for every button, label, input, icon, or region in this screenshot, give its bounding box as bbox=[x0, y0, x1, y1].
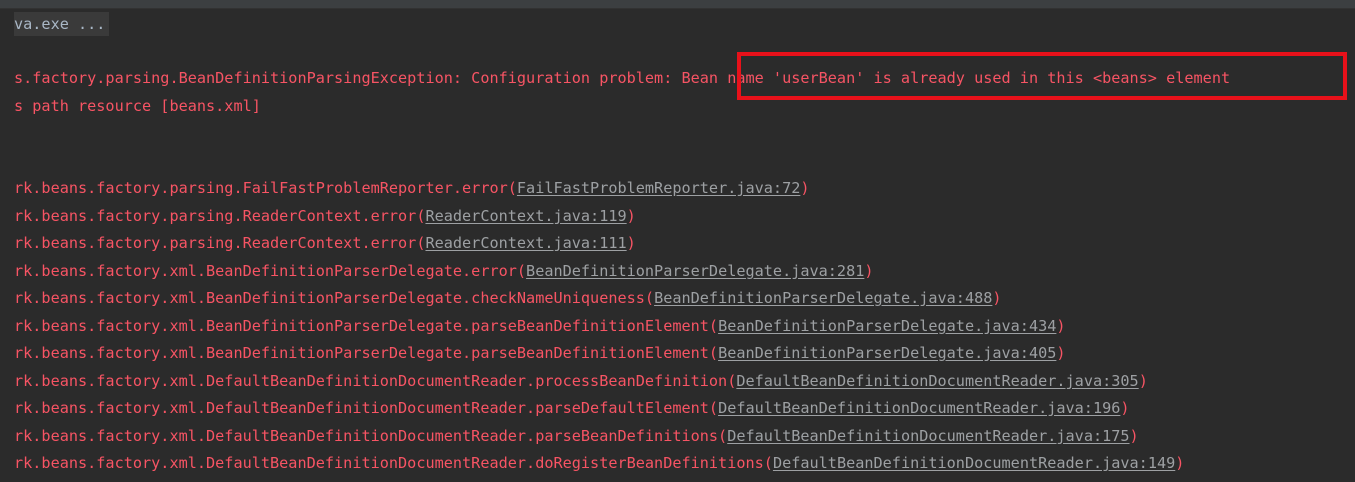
stack-frame: rk.beans.factory.xml.BeanDefinitionParse… bbox=[14, 315, 1066, 337]
source-link[interactable]: DefaultBeanDefinitionDocumentReader.java… bbox=[773, 454, 1175, 472]
stack-frame-close: ) bbox=[800, 179, 810, 197]
source-link[interactable]: BeanDefinitionParserDelegate.java:281 bbox=[526, 262, 864, 280]
stack-frame-method: rk.beans.factory.xml.BeanDefinitionParse… bbox=[14, 289, 655, 307]
stack-frame: rk.beans.factory.parsing.ReaderContext.e… bbox=[14, 205, 636, 227]
stack-frame-method: rk.beans.factory.parsing.ReaderContext.e… bbox=[14, 207, 426, 225]
stack-frame: rk.beans.factory.xml.DefaultBeanDefiniti… bbox=[14, 452, 1184, 474]
exception-resource: s path resource [beans.xml] bbox=[14, 97, 261, 115]
stack-frame: rk.beans.factory.xml.DefaultBeanDefiniti… bbox=[14, 370, 1148, 392]
source-link[interactable]: DefaultBeanDefinitionDocumentReader.java… bbox=[718, 399, 1120, 417]
stack-frame: rk.beans.factory.xml.BeanDefinitionParse… bbox=[14, 342, 1066, 364]
stack-frame: rk.beans.factory.parsing.FailFastProblem… bbox=[14, 177, 810, 199]
stack-frame: rk.beans.factory.xml.BeanDefinitionParse… bbox=[14, 287, 1002, 309]
stack-frame-method: rk.beans.factory.xml.DefaultBeanDefiniti… bbox=[14, 372, 737, 390]
source-link[interactable]: DefaultBeanDefinitionDocumentReader.java… bbox=[727, 427, 1129, 445]
stack-frame: rk.beans.factory.parsing.ReaderContext.e… bbox=[14, 232, 636, 254]
stack-frame-method: rk.beans.factory.xml.BeanDefinitionParse… bbox=[14, 344, 719, 362]
stack-frame-method: rk.beans.factory.xml.DefaultBeanDefiniti… bbox=[14, 427, 728, 445]
stack-frame: rk.beans.factory.xml.BeanDefinitionParse… bbox=[14, 260, 874, 282]
source-link[interactable]: BeanDefinitionParserDelegate.java:434 bbox=[718, 317, 1056, 335]
stack-frame-close: ) bbox=[1175, 454, 1185, 472]
source-link[interactable]: FailFastProblemReporter.java:72 bbox=[517, 179, 800, 197]
folded-command-line[interactable]: va.exe ... bbox=[14, 12, 110, 36]
error-highlight-box bbox=[737, 52, 1347, 100]
stack-frame-close: ) bbox=[626, 207, 636, 225]
stack-frame: rk.beans.factory.xml.DefaultBeanDefiniti… bbox=[14, 397, 1130, 419]
stack-frame-method: rk.beans.factory.parsing.FailFastProblem… bbox=[14, 179, 517, 197]
stack-frame: rk.beans.factory.xml.DefaultBeanDefiniti… bbox=[14, 425, 1139, 447]
stack-frame-close: ) bbox=[626, 234, 636, 252]
stack-frame-method: rk.beans.factory.xml.DefaultBeanDefiniti… bbox=[14, 454, 773, 472]
stack-frame-method: rk.beans.factory.xml.BeanDefinitionParse… bbox=[14, 317, 719, 335]
run-console-output[interactable]: va.exe ... s.factory.parsing.BeanDefinit… bbox=[0, 0, 1355, 482]
stack-frame-close: ) bbox=[1120, 399, 1130, 417]
stack-frame-method: rk.beans.factory.xml.DefaultBeanDefiniti… bbox=[14, 399, 719, 417]
source-link[interactable]: ReaderContext.java:111 bbox=[425, 234, 626, 252]
stack-frame-close: ) bbox=[1138, 372, 1148, 390]
stack-frame-close: ) bbox=[864, 262, 874, 280]
stack-frame-close: ) bbox=[1056, 344, 1066, 362]
source-link[interactable]: ReaderContext.java:119 bbox=[425, 207, 626, 225]
source-link[interactable]: BeanDefinitionParserDelegate.java:405 bbox=[718, 344, 1056, 362]
source-link[interactable]: BeanDefinitionParserDelegate.java:488 bbox=[654, 289, 992, 307]
stack-frame-close: ) bbox=[1056, 317, 1066, 335]
stack-frame-method: rk.beans.factory.xml.BeanDefinitionParse… bbox=[14, 262, 527, 280]
stack-frame-method: rk.beans.factory.parsing.ReaderContext.e… bbox=[14, 234, 426, 252]
stack-frame-close: ) bbox=[1129, 427, 1139, 445]
stack-frame-close: ) bbox=[992, 289, 1002, 307]
console-top-border bbox=[0, 0, 1355, 9]
source-link[interactable]: DefaultBeanDefinitionDocumentReader.java… bbox=[736, 372, 1138, 390]
